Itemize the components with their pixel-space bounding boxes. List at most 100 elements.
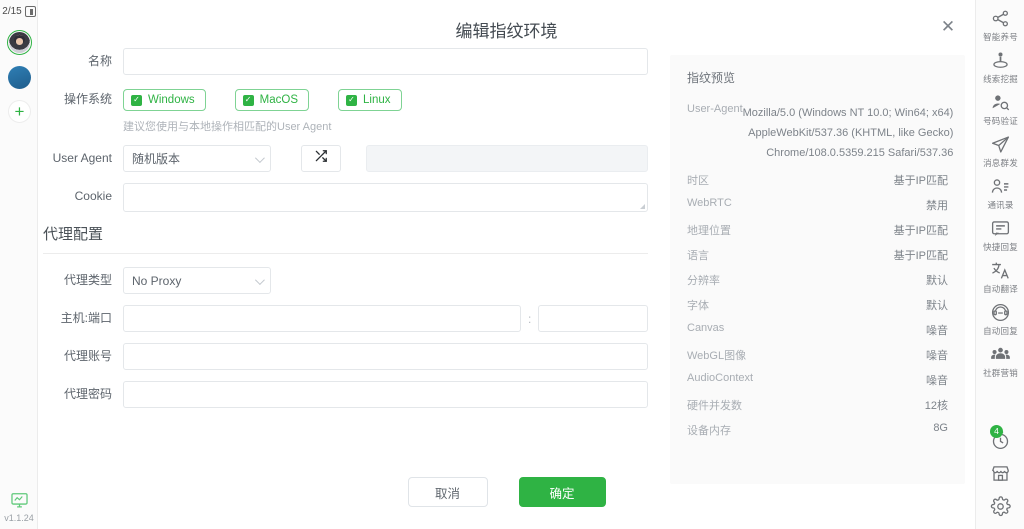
- proxy-user-input[interactable]: [123, 343, 648, 370]
- clock-history-icon: 4: [990, 425, 1011, 451]
- sidebar-item-auto-reply[interactable]: 自动回复: [976, 302, 1024, 337]
- form-row-proxy-type: 代理类型 No Proxy: [38, 267, 670, 294]
- form-row-user-agent: User Agent 随机版本: [38, 145, 670, 172]
- preview-key: 地理位置: [687, 225, 731, 237]
- preview-key: 硬件并发数: [687, 400, 742, 412]
- proxy-pass-input[interactable]: [123, 381, 648, 408]
- form-row-os: 操作系统 ✓ Windows ✓ MacOS ✓ Linux 建议您使用与本地操…: [38, 86, 670, 134]
- preview-row: 分辨率 默认: [687, 272, 948, 288]
- sidebar-item-store[interactable]: [976, 463, 1024, 484]
- cancel-button[interactable]: 取消: [407, 477, 488, 507]
- proxy-host-input[interactable]: [123, 305, 522, 332]
- form-row-proxy-pass: 代理密码: [38, 381, 670, 408]
- panel-toggle-icon[interactable]: [24, 6, 36, 17]
- name-input[interactable]: [123, 48, 648, 75]
- host-port-label: 主机:端口: [60, 311, 112, 325]
- share-nodes-icon: [990, 8, 1011, 29]
- account-counter: 2/15: [0, 6, 38, 17]
- os-option-macos[interactable]: ✓ MacOS: [234, 89, 309, 111]
- right-sidebar: 智能养号 线索挖掘 号码验证 消息群发 通讯录 快捷回复 自动翻译 自动回复 社…: [975, 0, 1024, 529]
- proxy-type-select[interactable]: No Proxy: [123, 267, 271, 294]
- sidebar-item-label: 自动回复: [983, 326, 1018, 336]
- preview-key: WebGL图像: [687, 350, 747, 362]
- proxy-port-input[interactable]: [538, 305, 648, 332]
- preview-key: User-Agent: [687, 103, 743, 115]
- shuffle-user-agent-button[interactable]: [301, 145, 341, 172]
- sidebar-item-lead-mining[interactable]: 线索挖掘: [976, 50, 1024, 85]
- sidebar-item-contacts[interactable]: 通讯录: [976, 176, 1024, 211]
- left-sidebar: 2/15 + v1.1.24: [0, 0, 38, 529]
- sidebar-item-community-marketing[interactable]: 社群营销: [976, 344, 1024, 379]
- account-avatar-secondary[interactable]: [8, 66, 31, 89]
- os-option-windows[interactable]: ✓ Windows: [123, 89, 206, 111]
- os-option-label: Linux: [363, 94, 391, 106]
- cookie-label: Cookie: [74, 189, 112, 203]
- confirm-button[interactable]: 确定: [518, 477, 606, 507]
- preview-row-user-agent: User-Agent Mozilla/5.0 (Windows NT 10.0;…: [687, 103, 953, 163]
- host-port-separator: :: [528, 311, 532, 326]
- preview-row: 硬件并发数 12核: [687, 397, 948, 413]
- monitor-chart-icon[interactable]: [10, 491, 29, 510]
- proxy-pass-label: 代理密码: [63, 387, 112, 401]
- sidebar-item-history[interactable]: 4: [976, 425, 1024, 451]
- auto-reply-icon: [990, 302, 1011, 323]
- translate-icon: [990, 260, 1011, 281]
- sidebar-item-smart-nurture[interactable]: 智能养号: [976, 8, 1024, 43]
- cookie-textarea[interactable]: [123, 183, 648, 212]
- contacts-icon: [990, 176, 1011, 197]
- dialog-footer: 取消 确定: [38, 477, 975, 507]
- sidebar-item-label: 社群营销: [983, 368, 1018, 378]
- user-agent-version-select[interactable]: 随机版本: [123, 145, 271, 172]
- preview-key: 时区: [687, 175, 709, 187]
- form-row-proxy-user: 代理账号: [38, 343, 670, 370]
- avatar[interactable]: [7, 30, 32, 55]
- preview-key: 语言: [687, 250, 709, 262]
- shuffle-icon: [314, 149, 328, 168]
- store-icon: [990, 463, 1011, 484]
- checkbox-checked-icon: ✓: [242, 94, 254, 106]
- user-agent-value-input[interactable]: [366, 145, 648, 172]
- preview-value: 8G: [933, 422, 948, 434]
- sidebar-item-label: 线索挖掘: [983, 74, 1018, 84]
- checkbox-checked-icon: ✓: [346, 94, 357, 106]
- lead-mining-icon: [990, 50, 1011, 71]
- form-row-name: 名称: [38, 48, 670, 75]
- preview-key: 字体: [687, 300, 709, 312]
- chevron-down-icon: [254, 152, 265, 163]
- sidebar-item-number-verify[interactable]: 号码验证: [976, 92, 1024, 127]
- os-option-label: MacOS: [259, 94, 298, 106]
- sidebar-item-label: 消息群发: [983, 158, 1018, 168]
- sidebar-item-auto-translate[interactable]: 自动翻译: [976, 260, 1024, 295]
- preview-key: 设备内存: [687, 425, 731, 437]
- preview-value: 基于IP匹配: [893, 225, 948, 237]
- preview-row: AudioContext 噪音: [687, 372, 948, 388]
- preview-row: Canvas 噪音: [687, 322, 948, 338]
- preview-ua-line: Mozilla/5.0 (Windows NT 10.0; Win64; x64…: [742, 107, 954, 119]
- preview-value: 默认: [926, 275, 948, 287]
- preview-ua-line: AppleWebKit/537.36 (KHTML, like Gecko): [748, 127, 954, 139]
- gear-icon: [990, 496, 1011, 517]
- chevron-down-icon: [254, 274, 265, 285]
- preview-value: 基于IP匹配: [893, 175, 948, 187]
- preview-row: WebRTC 禁用: [687, 197, 948, 213]
- proxy-user-label: 代理账号: [63, 349, 112, 363]
- sidebar-item-quick-reply[interactable]: 快捷回复: [976, 218, 1024, 253]
- preview-row: 设备内存 8G: [687, 422, 948, 438]
- sidebar-item-bulk-message[interactable]: 消息群发: [976, 134, 1024, 169]
- fingerprint-preview-panel: 指纹预览 User-Agent Mozilla/5.0 (Windows NT …: [670, 55, 965, 484]
- proxy-type-value: No Proxy: [132, 273, 182, 288]
- preview-row: WebGL图像 噪音: [687, 347, 948, 363]
- avatar-image: [9, 32, 30, 53]
- add-account-button[interactable]: +: [8, 100, 31, 123]
- quick-reply-icon: [990, 218, 1011, 239]
- app-root: 2/15 + v1.1.24 智能养号 线索挖掘 号码验证 消息群发 通讯录 快…: [0, 0, 1024, 529]
- dialog-title: 编辑指纹环境: [455, 22, 558, 41]
- preview-row: 地理位置 基于IP匹配: [687, 222, 948, 238]
- preview-key: AudioContext: [687, 372, 754, 384]
- sidebar-item-settings[interactable]: [976, 496, 1024, 517]
- preview-value: 噪音: [926, 375, 948, 387]
- close-icon[interactable]: ✕: [937, 15, 959, 37]
- fingerprint-form: 名称 操作系统 ✓ Windows ✓ MacOS ✓ Linux 建议您使用与…: [38, 48, 670, 419]
- preview-key: Canvas: [687, 322, 725, 334]
- os-option-linux[interactable]: ✓ Linux: [338, 89, 402, 111]
